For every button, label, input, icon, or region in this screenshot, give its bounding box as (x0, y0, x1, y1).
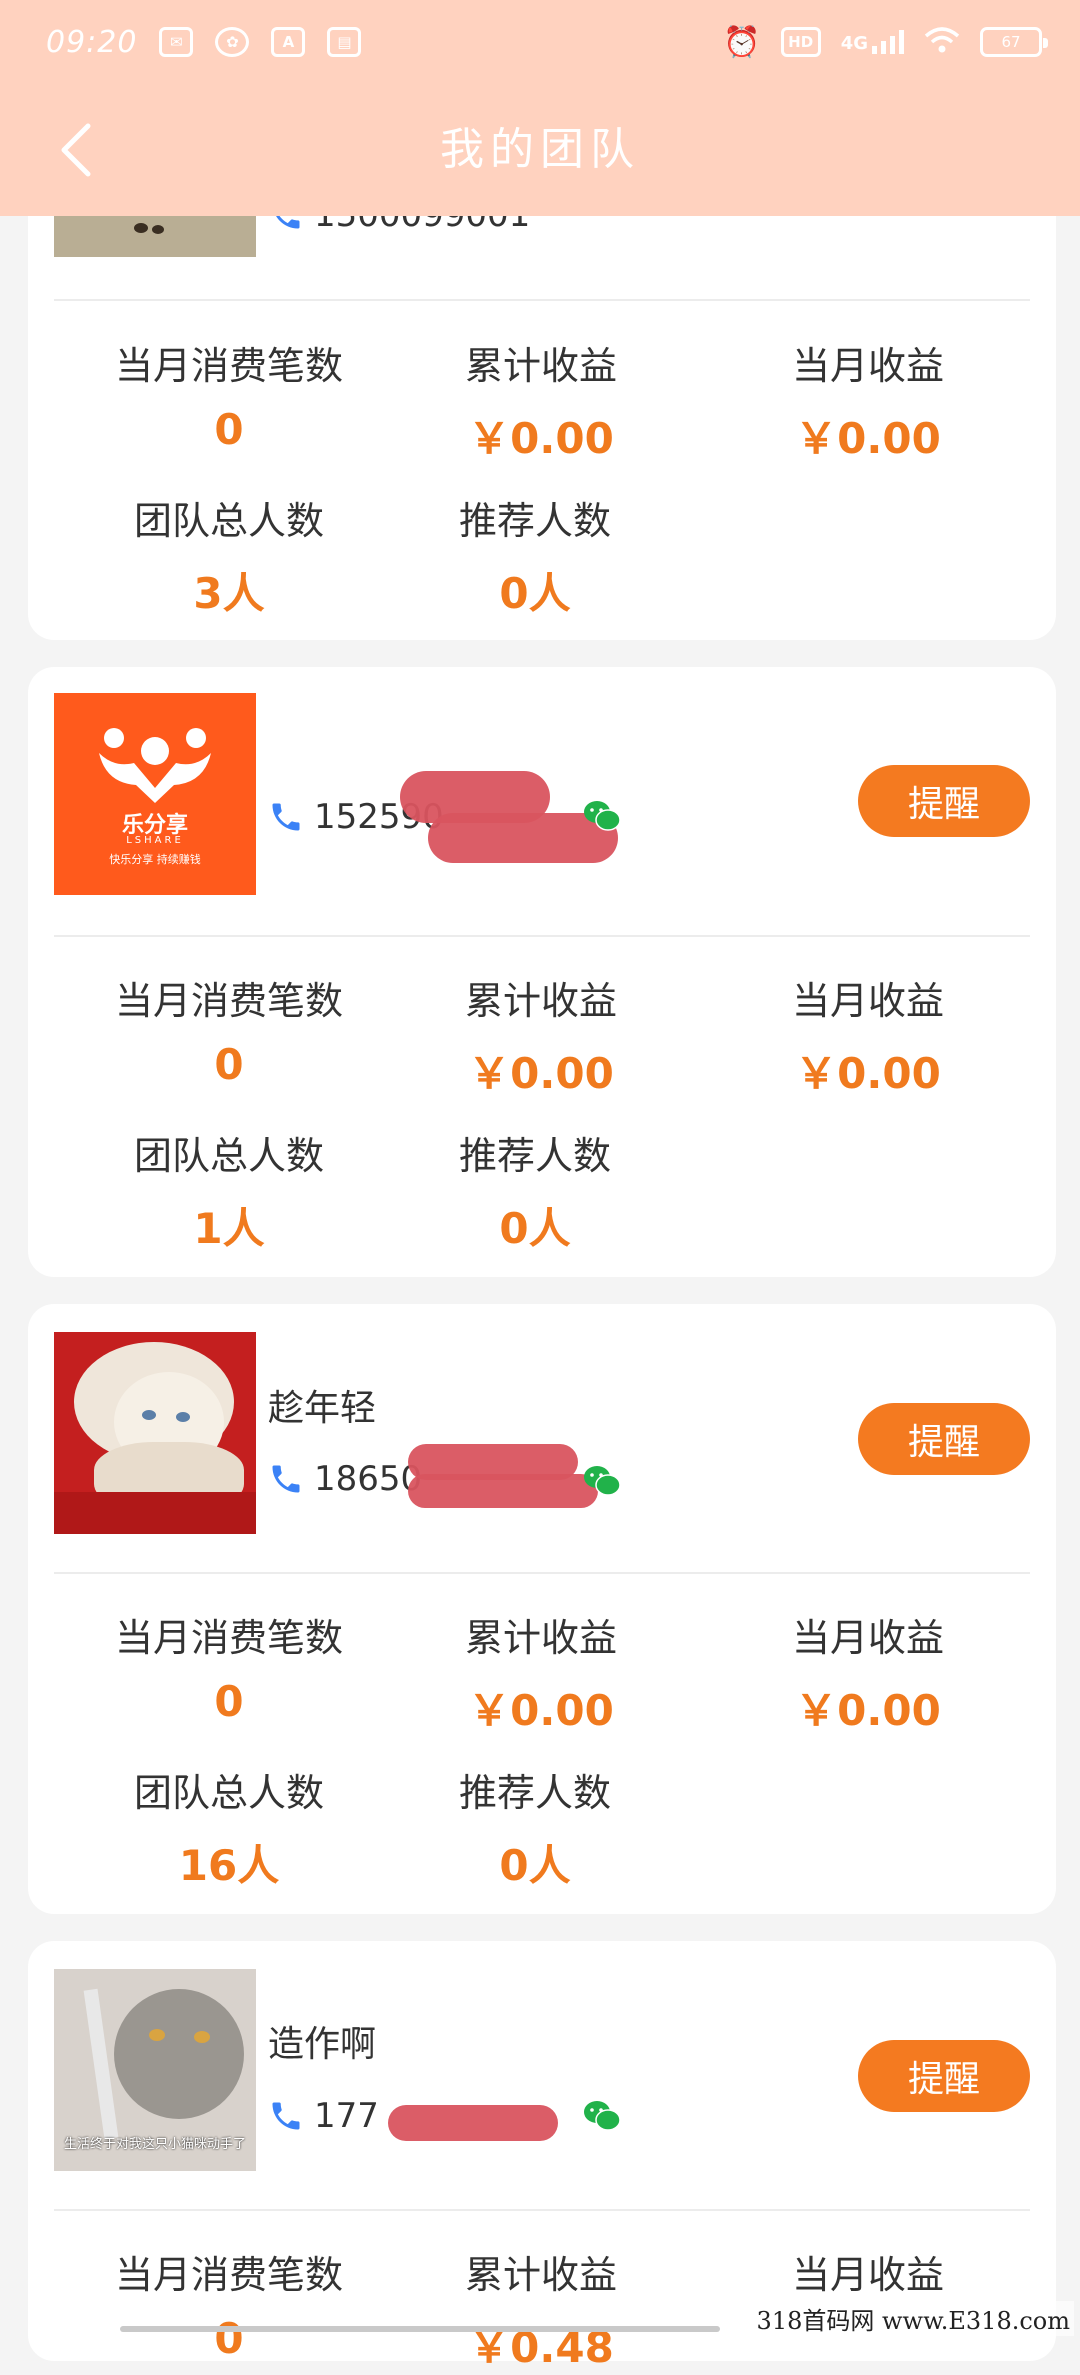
redaction-mark (408, 1474, 598, 1508)
stat-value-team-total: 16人 (64, 1832, 394, 1893)
avatar-caption: 生活终于对我这只小猫咪动手了 (54, 2133, 256, 2152)
stat-value-team-total: 1人 (64, 1195, 394, 1256)
signal-4g-icon: 4G (841, 30, 904, 54)
phone-number: 177 (314, 2096, 379, 2136)
app-icon: ✿ (215, 27, 249, 57)
stat-label-total-income: 累计收益 (376, 1607, 706, 1662)
signal-bars (872, 30, 904, 54)
phone-icon (268, 2098, 304, 2134)
stat-value-monthly-count: 0 (64, 1677, 394, 1726)
hd-icon: HD (781, 27, 821, 57)
nav-bar: 我的团队 (0, 84, 1080, 216)
member-card: 生活终于对我这只小猫咪动手了 造作啊 177 提醒 当月消费笔数 累计收益 当月… (28, 1941, 1056, 2361)
member-card: 乐分享 LSHARE 快乐分享 持续赚钱 152590 提醒 当月消费笔数 累计… (28, 667, 1056, 1277)
watermark: 318首码网 www.E318.com (753, 2301, 1074, 2336)
avatar (54, 1332, 256, 1534)
stat-value-monthly-count: 0 (64, 1040, 394, 1089)
phone-row: 18650 (268, 1459, 422, 1499)
stat-value-total-income: ￥0.00 (376, 1040, 706, 1101)
stat-value-team-total: 3人 (64, 560, 394, 621)
photo-icon: ▤ (327, 27, 361, 57)
alarm-icon: ⏰ (723, 25, 760, 60)
member-card: 趁年轻 18650 提醒 当月消费笔数 累计收益 当月收益 0 ￥0.00 ￥0… (28, 1304, 1056, 1914)
remind-button[interactable]: 提醒 (858, 2040, 1030, 2112)
stat-label-monthly-count: 当月消费笔数 (64, 1607, 394, 1662)
stat-label-monthly-count: 当月消费笔数 (64, 335, 394, 390)
divider (54, 299, 1030, 301)
stat-value-total-income: ￥0.48 (376, 2314, 706, 2375)
divider (54, 2209, 1030, 2211)
remind-button[interactable]: 提醒 (858, 1403, 1030, 1475)
translate-icon: A (271, 27, 305, 57)
stat-label-team-total: 团队总人数 (64, 490, 394, 545)
battery-level: 67 (1001, 33, 1020, 51)
status-time: 09:20 (46, 25, 137, 60)
stat-label-referrals: 推荐人数 (370, 1762, 700, 1817)
stat-label-referrals: 推荐人数 (370, 1125, 700, 1180)
stat-value-monthly-count: 0 (64, 2314, 394, 2363)
stat-value-total-income: ￥0.00 (376, 1677, 706, 1738)
stat-value-monthly-income: ￥0.00 (703, 1677, 1033, 1738)
remind-button[interactable]: 提醒 (858, 765, 1030, 837)
member-name: 趁年轻 (268, 1379, 376, 1431)
stat-label-total-income: 累计收益 (376, 2244, 706, 2299)
stat-label-monthly-income: 当月收益 (703, 1607, 1033, 1662)
wechat-icon (583, 799, 621, 833)
avatar-slogan: 快乐分享 持续赚钱 (54, 851, 256, 867)
stat-label-monthly-count: 当月消费笔数 (64, 970, 394, 1025)
stat-label-monthly-income: 当月收益 (703, 970, 1033, 1025)
stat-value-monthly-count: 0 (64, 405, 394, 454)
stat-value-referrals: 0人 (370, 1832, 700, 1893)
scroll-indicator (120, 2326, 720, 2332)
page-title: 我的团队 (0, 84, 1080, 216)
network-label: 4G (841, 33, 868, 54)
battery-icon: 67 (980, 27, 1042, 57)
stat-value-monthly-income: ￥0.00 (703, 405, 1033, 466)
stat-label-monthly-income: 当月收益 (703, 2244, 1033, 2299)
avatar-sub: LSHARE (54, 835, 256, 846)
member-name: 造作啊 (268, 2015, 376, 2067)
stat-value-monthly-income: ￥0.00 (703, 1040, 1033, 1101)
wechat-icon (583, 2099, 621, 2133)
avatar: 生活终于对我这只小猫咪动手了 (54, 1969, 256, 2171)
phone-number: 18650 (314, 1459, 422, 1499)
wechat-icon (583, 1464, 621, 1498)
stat-value-referrals: 0人 (370, 1195, 700, 1256)
mail-icon: ✉ (159, 27, 193, 57)
stat-label-referrals: 推荐人数 (370, 490, 700, 545)
stat-value-referrals: 0人 (370, 560, 700, 621)
wifi-icon (924, 26, 960, 59)
phone-row: 177 (268, 2096, 379, 2136)
status-right: ⏰ HD 4G 67 (723, 25, 1042, 60)
avatar: 乐分享 LSHARE 快乐分享 持续赚钱 (54, 693, 256, 895)
stat-value-total-income: ￥0.00 (376, 405, 706, 466)
divider (54, 1572, 1030, 1574)
status-bar: 09:20 ✉ ✿ A ▤ ⏰ HD 4G 67 (0, 0, 1080, 84)
phone-icon (268, 799, 304, 835)
stat-label-total-income: 累计收益 (376, 335, 706, 390)
stat-label-monthly-count: 当月消费笔数 (64, 2244, 394, 2299)
redaction-mark (388, 2105, 558, 2141)
status-left: 09:20 ✉ ✿ A ▤ (46, 25, 361, 60)
stat-label-total-income: 累计收益 (376, 970, 706, 1025)
divider (54, 935, 1030, 937)
stat-label-monthly-income: 当月收益 (703, 335, 1033, 390)
stat-label-team-total: 团队总人数 (64, 1125, 394, 1180)
stat-label-team-total: 团队总人数 (64, 1762, 394, 1817)
phone-icon (268, 1461, 304, 1497)
